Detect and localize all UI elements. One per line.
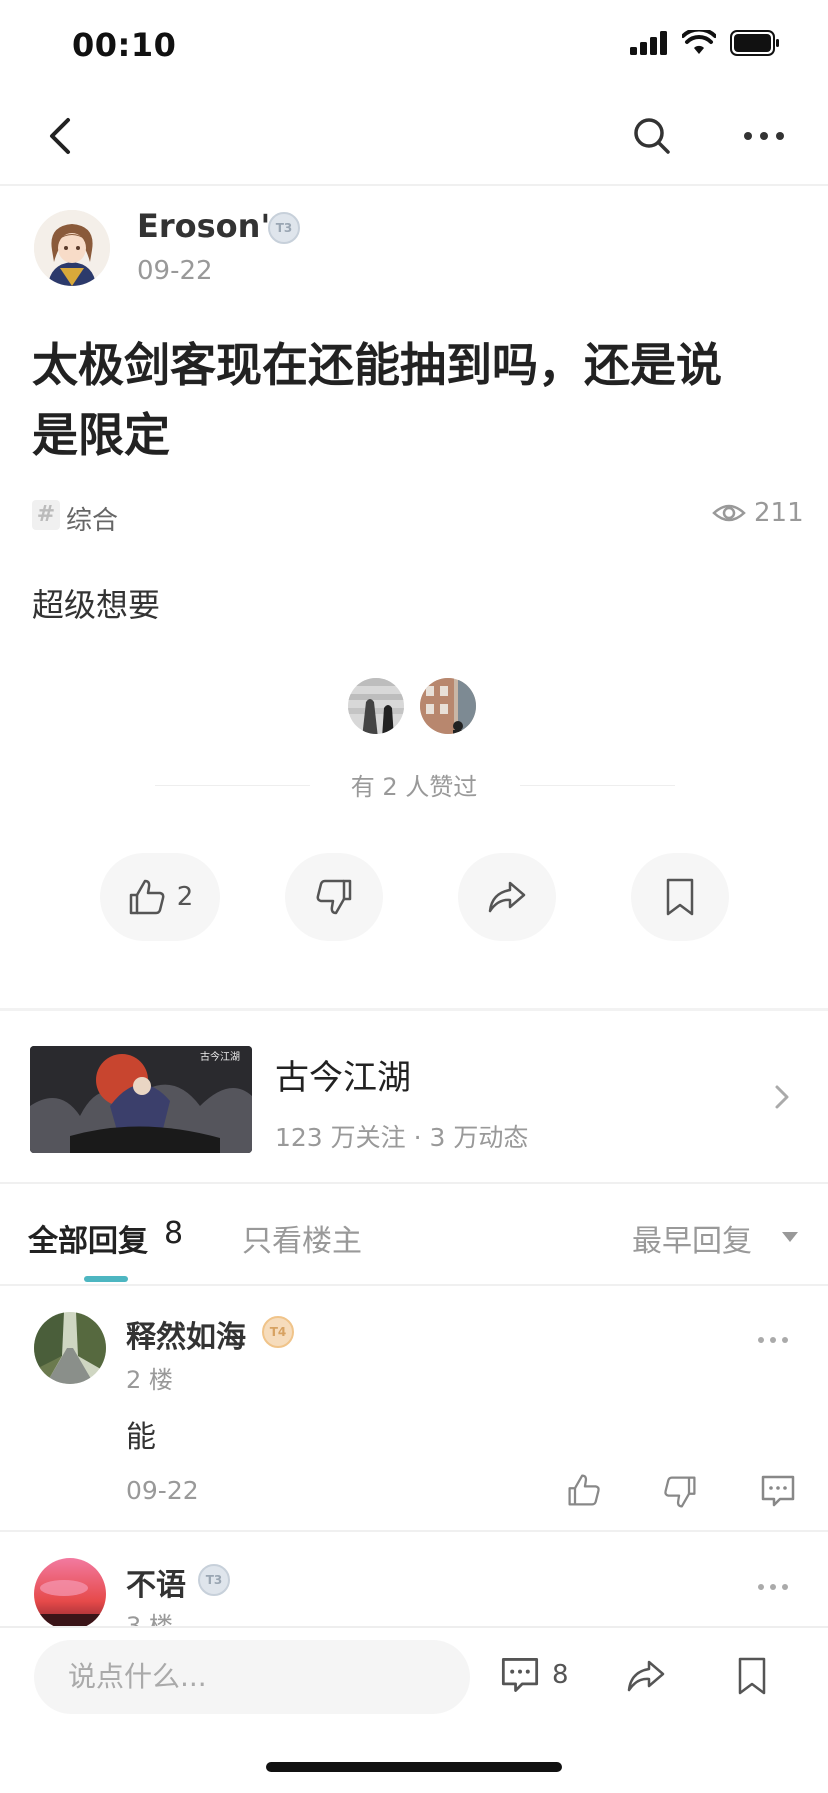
- liker-photo-icon: [348, 678, 404, 734]
- liker-avatar[interactable]: [418, 676, 478, 736]
- commenter-avatar[interactable]: [34, 1312, 106, 1384]
- comment-text: 能: [126, 1420, 156, 1455]
- back-button[interactable]: [40, 114, 84, 158]
- sunset-photo-icon: [34, 1558, 106, 1630]
- more-dots-icon: [758, 1584, 788, 1590]
- search-button[interactable]: [630, 114, 674, 158]
- view-count: 211: [712, 498, 804, 528]
- dislike-button[interactable]: [285, 853, 383, 941]
- thumbs-down-icon: [664, 1476, 696, 1508]
- search-icon: [634, 118, 670, 154]
- comment-like-button[interactable]: [566, 1472, 602, 1508]
- eye-icon: [712, 504, 746, 522]
- bookmark-icon: [666, 878, 694, 916]
- comment-bubble-icon: [761, 1475, 795, 1507]
- svg-text:古今江湖: 古今江湖: [200, 1050, 240, 1063]
- share-arrow-icon: [627, 1660, 665, 1692]
- game-artwork-icon: 古今江湖: [30, 1046, 252, 1153]
- author-level-text: T3: [275, 221, 293, 235]
- status-time: 00:10: [72, 26, 177, 64]
- active-tab-indicator: [84, 1276, 128, 1282]
- author-name[interactable]: Eroson': [137, 207, 270, 245]
- tab-all-replies[interactable]: 全部回复: [28, 1216, 148, 1260]
- anime-girl-avatar-icon: [34, 210, 110, 286]
- community-arrow[interactable]: [772, 1082, 792, 1112]
- liker-avatar[interactable]: [346, 676, 406, 736]
- caret-down-icon[interactable]: [782, 1232, 798, 1242]
- more-dots-icon: [758, 1337, 788, 1343]
- commenter-name[interactable]: 不语: [126, 1560, 186, 1604]
- battery-icon: [730, 30, 779, 56]
- comments-button[interactable]: 8: [500, 1656, 569, 1694]
- more-button[interactable]: [740, 116, 788, 156]
- comment-dislike-button[interactable]: [662, 1474, 698, 1510]
- bottom-bookmark-button[interactable]: [734, 1656, 770, 1696]
- signal-icon: [630, 31, 667, 55]
- post-title-line1: 太极剑客现在还能抽到吗，还是说: [32, 338, 722, 392]
- more-dots-icon: [744, 132, 784, 140]
- comment-bubble-icon: [501, 1658, 539, 1692]
- nav-bar: [0, 90, 828, 186]
- comment-divider: [0, 1530, 828, 1532]
- author-level-badge: T3: [268, 212, 300, 244]
- hashtag-icon: #: [32, 500, 60, 530]
- thumbs-up-icon: [568, 1474, 600, 1506]
- author-avatar[interactable]: [34, 210, 110, 286]
- view-count-value: 211: [754, 498, 804, 528]
- wifi-icon: [682, 30, 716, 54]
- like-button[interactable]: 2: [100, 853, 220, 941]
- thumbs-up-icon: [129, 879, 165, 915]
- post-date: 09-22: [137, 256, 213, 286]
- like-count: 2: [176, 882, 194, 912]
- comment-date: 09-22: [126, 1476, 199, 1505]
- post-tag[interactable]: 综合: [66, 500, 118, 537]
- chevron-right-icon: [775, 1085, 789, 1109]
- community-cover[interactable]: 古今江湖: [30, 1046, 252, 1153]
- chevron-left-icon: [50, 118, 70, 154]
- liker-photo-icon: [420, 678, 476, 734]
- section-divider: [0, 1182, 828, 1184]
- share-button[interactable]: [458, 853, 556, 941]
- commenter-level-badge: T3: [198, 1564, 230, 1596]
- commenter-level-text: T4: [269, 1325, 287, 1339]
- section-divider: [0, 1284, 828, 1286]
- status-icons: [630, 30, 780, 56]
- bottom-share-button[interactable]: [624, 1656, 668, 1696]
- community-name[interactable]: 古今江湖: [275, 1050, 411, 1099]
- post-body: 超级想要: [32, 586, 161, 624]
- comment-count: 8: [552, 1660, 569, 1690]
- comment-more-button[interactable]: [756, 1335, 790, 1345]
- comment-floor: 2 楼: [126, 1366, 173, 1394]
- bookmark-icon: [738, 1657, 766, 1695]
- commenter-name[interactable]: 释然如海: [126, 1312, 246, 1356]
- section-divider: [0, 1008, 828, 1011]
- comment-more-button[interactable]: [756, 1582, 790, 1592]
- bookmark-button[interactable]: [631, 853, 729, 941]
- home-indicator[interactable]: [266, 1762, 562, 1772]
- comment-reply-button[interactable]: [760, 1474, 796, 1508]
- liked-count-text: 有 2 人赞过: [350, 773, 478, 801]
- thumbs-down-icon: [316, 879, 352, 915]
- sort-dropdown[interactable]: 最早回复: [632, 1216, 752, 1260]
- tab-all-replies-count: 8: [164, 1216, 184, 1251]
- post-title-line2: 是限定: [32, 408, 170, 462]
- commenter-level-text: T3: [205, 1573, 223, 1587]
- commenter-avatar[interactable]: [34, 1558, 106, 1630]
- tab-owner-only[interactable]: 只看楼主: [242, 1216, 362, 1260]
- commenter-level-badge: T4: [262, 1316, 294, 1348]
- comment-input[interactable]: 说点什么...: [34, 1640, 470, 1714]
- community-stats: 123 万关注 · 3 万动态: [275, 1123, 529, 1152]
- road-photo-icon: [34, 1312, 106, 1384]
- post-title: 太极剑客现在还能抽到吗，还是说 是限定: [32, 330, 802, 470]
- share-arrow-icon: [488, 881, 526, 913]
